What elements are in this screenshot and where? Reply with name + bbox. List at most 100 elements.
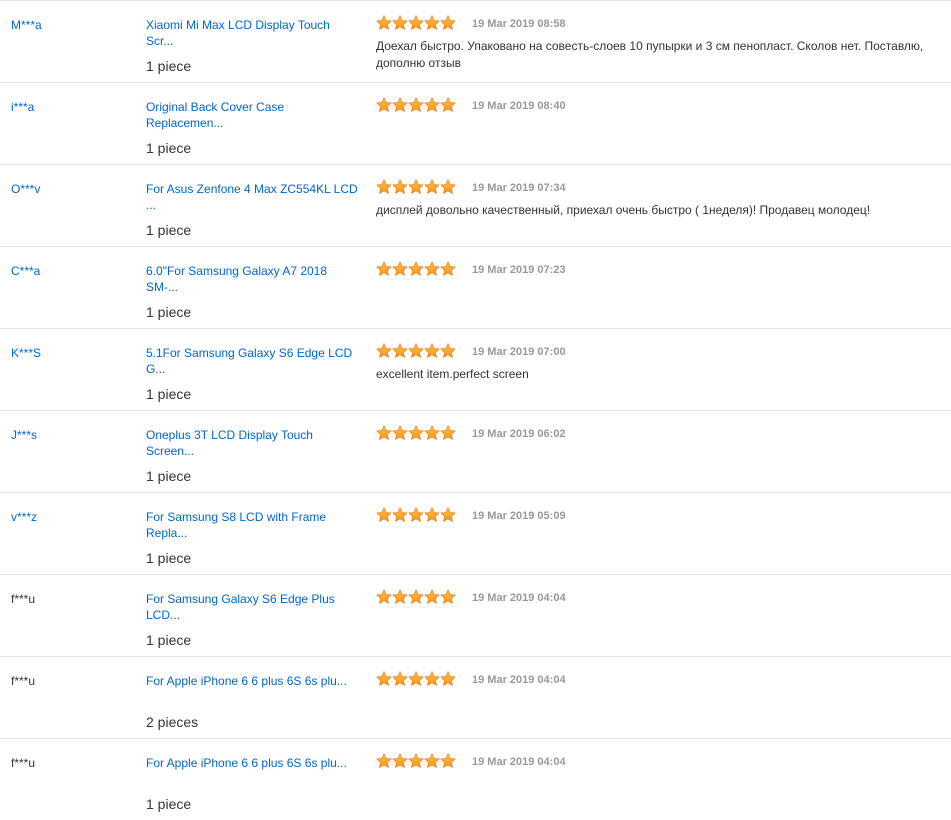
star-rating: [376, 261, 456, 277]
star-icon: [392, 179, 408, 194]
buyer-name[interactable]: M***a: [11, 18, 42, 32]
buyer-name[interactable]: C***a: [11, 264, 40, 278]
quantity-label: 1 piece: [146, 304, 192, 320]
feedback-row: f***u For Apple iPhone 6 6 plus 6S 6s pl…: [0, 657, 951, 739]
product-link[interactable]: Original Back Cover Case Replacemen...: [146, 99, 358, 131]
feedback-date: 19 Mar 2019 05:09: [472, 510, 566, 522]
star-icon: [424, 97, 440, 112]
star-icon: [440, 15, 456, 30]
star-icon: [376, 97, 392, 112]
feedback-date: 19 Mar 2019 04:04: [472, 592, 566, 604]
star-icon: [408, 753, 424, 768]
quantity-label: 1 piece: [146, 58, 192, 74]
star-icon: [424, 671, 440, 686]
product-link[interactable]: For Samsung Galaxy S6 Edge Plus LCD...: [146, 591, 358, 623]
feedback-comment: Доехал быстро. Упаковано на совесть-слое…: [376, 39, 924, 70]
buyer-name[interactable]: i***a: [11, 100, 34, 114]
quantity-label: 1 piece: [146, 140, 192, 156]
product-link[interactable]: Oneplus 3T LCD Display Touch Screen...: [146, 427, 358, 459]
star-icon: [392, 15, 408, 30]
feedback-list: M***a Xiaomi Mi Max LCD Display Touch Sc…: [0, 0, 951, 820]
feedback-date: 19 Mar 2019 08:40: [472, 100, 566, 112]
star-rating: [376, 589, 456, 605]
buyer-name: f***u: [11, 592, 36, 606]
star-icon: [440, 179, 456, 194]
star-icon: [440, 97, 456, 112]
feedback-row: M***a Xiaomi Mi Max LCD Display Touch Sc…: [0, 1, 951, 83]
product-link[interactable]: For Asus Zenfone 4 Max ZC554KL LCD ...: [146, 181, 358, 213]
star-icon: [376, 589, 392, 604]
feedback-comment: дисплей довольно качественный, приехал о…: [376, 203, 871, 217]
star-icon: [376, 179, 392, 194]
star-rating: [376, 179, 456, 195]
star-icon: [408, 97, 424, 112]
quantity-label: 2 pieces: [146, 714, 199, 730]
star-icon: [440, 507, 456, 522]
feedback-date: 19 Mar 2019 06:02: [472, 428, 566, 440]
star-rating: [376, 15, 456, 31]
star-icon: [408, 343, 424, 358]
feedback-date: 19 Mar 2019 07:23: [472, 264, 566, 276]
star-icon: [392, 507, 408, 522]
buyer-name[interactable]: J***s: [11, 428, 37, 442]
buyer-name[interactable]: O***v: [11, 182, 40, 196]
product-link[interactable]: For Apple iPhone 6 6 plus 6S 6s plu...: [146, 673, 358, 689]
star-icon: [424, 261, 440, 276]
feedback-row: J***s Oneplus 3T LCD Display Touch Scree…: [0, 411, 951, 493]
product-link[interactable]: 5.1For Samsung Galaxy S6 Edge LCD G...: [146, 345, 358, 377]
star-icon: [408, 15, 424, 30]
star-icon: [376, 425, 392, 440]
star-icon: [424, 589, 440, 604]
star-icon: [424, 15, 440, 30]
star-rating: [376, 97, 456, 113]
feedback-date: 19 Mar 2019 04:04: [472, 674, 566, 686]
star-icon: [408, 425, 424, 440]
quantity-label: 1 piece: [146, 222, 192, 238]
star-icon: [440, 343, 456, 358]
feedback-date: 19 Mar 2019 04:04: [472, 756, 566, 768]
star-icon: [424, 179, 440, 194]
star-icon: [440, 671, 456, 686]
star-icon: [376, 753, 392, 768]
star-icon: [376, 261, 392, 276]
product-link[interactable]: For Samsung S8 LCD with Frame Repla...: [146, 509, 358, 541]
star-icon: [424, 507, 440, 522]
feedback-row: C***a 6.0"For Samsung Galaxy A7 2018 SM-…: [0, 247, 951, 329]
star-icon: [408, 507, 424, 522]
star-icon: [408, 589, 424, 604]
star-icon: [392, 589, 408, 604]
feedback-comment: excellent item.perfect screen: [376, 367, 529, 381]
feedback-row: v***z For Samsung S8 LCD with Frame Repl…: [0, 493, 951, 575]
quantity-label: 1 piece: [146, 386, 192, 402]
star-icon: [392, 97, 408, 112]
buyer-name: f***u: [11, 756, 36, 770]
star-icon: [392, 753, 408, 768]
star-icon: [376, 15, 392, 30]
buyer-name[interactable]: K***S: [11, 346, 41, 360]
star-rating: [376, 507, 456, 523]
feedback-date: 19 Mar 2019 07:34: [472, 182, 566, 194]
star-icon: [440, 261, 456, 276]
star-icon: [376, 507, 392, 522]
product-link[interactable]: Xiaomi Mi Max LCD Display Touch Scr...: [146, 17, 358, 49]
star-icon: [440, 753, 456, 768]
star-rating: [376, 425, 456, 441]
feedback-row: f***u For Samsung Galaxy S6 Edge Plus LC…: [0, 575, 951, 657]
product-link[interactable]: 6.0"For Samsung Galaxy A7 2018 SM-...: [146, 263, 358, 295]
star-icon: [392, 425, 408, 440]
feedback-row: i***a Original Back Cover Case Replaceme…: [0, 83, 951, 165]
buyer-name: f***u: [11, 674, 36, 688]
feedback-row: O***v For Asus Zenfone 4 Max ZC554KL LCD…: [0, 165, 951, 247]
product-link[interactable]: For Apple iPhone 6 6 plus 6S 6s plu...: [146, 755, 358, 771]
star-rating: [376, 753, 456, 769]
star-icon: [424, 425, 440, 440]
star-icon: [408, 261, 424, 276]
star-icon: [440, 589, 456, 604]
star-icon: [376, 343, 392, 358]
quantity-label: 1 piece: [146, 468, 192, 484]
buyer-name[interactable]: v***z: [11, 510, 37, 524]
star-rating: [376, 343, 456, 359]
star-icon: [392, 343, 408, 358]
star-icon: [408, 671, 424, 686]
star-icon: [440, 425, 456, 440]
